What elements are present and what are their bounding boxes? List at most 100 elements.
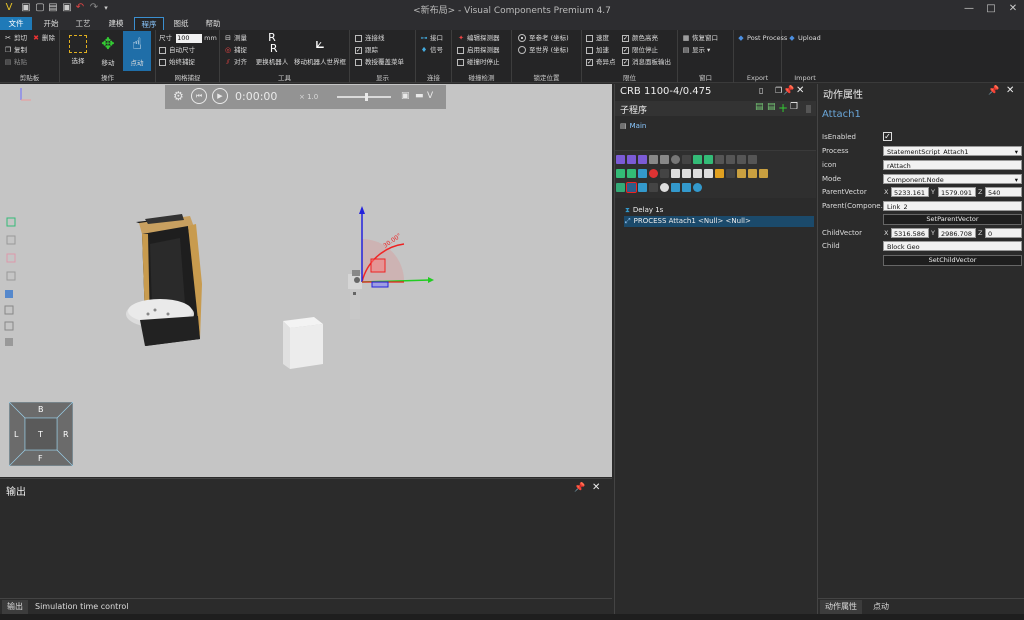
loop-icon[interactable] <box>616 169 625 178</box>
isenabled-checkbox[interactable]: ✓ <box>883 132 892 141</box>
machine-component[interactable] <box>126 214 202 346</box>
stop-on-collision-checkbox[interactable]: 碰撞时停止 <box>457 57 500 68</box>
chart-icon[interactable] <box>715 169 724 178</box>
play-icon[interactable]: ▶ <box>212 88 228 104</box>
auto-size-checkbox[interactable]: 自动尺寸 <box>159 45 195 56</box>
jog-manipulator[interactable]: 30.00° <box>359 206 434 288</box>
close-icon[interactable]: ✕ <box>1006 85 1014 96</box>
paste-button[interactable]: ▤ 粘贴 <box>4 57 27 68</box>
speed-checkbox[interactable]: 速度 <box>586 33 609 44</box>
text-b-icon[interactable] <box>660 155 669 164</box>
pin-icon[interactable]: 📌 <box>988 86 999 96</box>
screenshot-icon[interactable]: ▣ <box>401 91 410 101</box>
calc-icon[interactable] <box>693 169 702 178</box>
parentvector-y-field[interactable]: 1579.091 <box>938 187 976 197</box>
grid-size-input[interactable]: 100 <box>176 34 203 43</box>
accel-checkbox[interactable]: 加速 <box>586 45 609 56</box>
speed-slider-thumb[interactable] <box>365 93 368 101</box>
statement-name[interactable]: Attach1 <box>822 109 861 120</box>
add-icon[interactable]: + <box>778 101 788 115</box>
to-ref-radio[interactable]: 至参考 (坐标) <box>518 33 569 44</box>
print-icon[interactable] <box>682 169 691 178</box>
nav-cube-top[interactable]: T <box>38 430 43 439</box>
3d-box-icon[interactable] <box>5 338 13 346</box>
childvector-y-field[interactable]: 2986.708 <box>938 228 976 238</box>
record-icon[interactable]: ▬ <box>415 91 424 101</box>
palette-icon[interactable] <box>660 183 669 192</box>
nav-cube-back[interactable]: B <box>38 405 44 414</box>
interface-button[interactable]: ⊶ 接口 <box>420 33 444 44</box>
signal-map-icon[interactable] <box>671 183 680 192</box>
tab-drawing[interactable]: 图纸 <box>166 17 196 30</box>
tab-modeling[interactable]: 建模 <box>101 17 131 30</box>
restore-window-button[interactable]: ▦ 恢复窗口 <box>682 33 718 44</box>
pin-icon[interactable]: 📌 <box>783 86 794 96</box>
return-icon[interactable] <box>737 155 746 164</box>
statistics-icon[interactable] <box>704 169 713 178</box>
copy-button[interactable]: ❐ 复制 <box>4 45 27 56</box>
maximize-button[interactable]: □ <box>980 0 1002 17</box>
parentvector-x-field[interactable]: 5233.161 <box>891 187 929 197</box>
while-icon[interactable] <box>704 155 713 164</box>
view-zoom-icon[interactable] <box>6 235 16 245</box>
childvector-z-field[interactable]: 0 <box>985 228 1022 238</box>
attach-icon[interactable] <box>626 182 637 193</box>
msg-output-checkbox[interactable]: ✓ 消息面板输出 <box>622 57 671 68</box>
linear-motion-icon[interactable] <box>616 155 625 164</box>
trace-checkbox[interactable]: ✓ 跟踪 <box>355 45 378 56</box>
parentvector-z-field[interactable]: 540 <box>985 187 1022 197</box>
new-routine-icon[interactable]: ▤ <box>755 102 764 112</box>
tab-output[interactable]: 输出 <box>2 600 28 614</box>
mode-select[interactable]: Component.Node ▾ <box>883 174 1022 184</box>
tab-file[interactable]: 文件 <box>0 17 32 30</box>
to-world-radio[interactable]: 至世界 (坐标) <box>518 45 569 56</box>
copy-routine-icon[interactable]: ❐ <box>790 102 798 112</box>
tab-home[interactable]: 开始 <box>36 17 66 30</box>
upload-button[interactable]: ◆ Upload <box>788 33 820 44</box>
delay-icon[interactable] <box>638 169 647 178</box>
always-snap-checkbox[interactable]: 始终捕捉 <box>159 57 195 68</box>
measure-button[interactable]: ⊟ 测量 <box>224 33 247 44</box>
set-parent-vector-button[interactable]: SetParentVector <box>883 214 1022 225</box>
limit-stop-checkbox[interactable]: ✓ 限位停止 <box>622 45 658 56</box>
repeat-icon[interactable] <box>627 169 636 178</box>
navigation-cube[interactable]: B L T R F <box>8 401 74 467</box>
panel-copy-icon[interactable]: ❐ <box>775 86 782 95</box>
align-button[interactable]: ⫽ 对齐 <box>224 57 247 68</box>
tab-help[interactable]: 帮助 <box>198 17 228 30</box>
move-robot-world-button[interactable]: ⟀ 移动机器人世界框 <box>292 32 348 66</box>
robot-crb1100[interactable] <box>348 270 362 319</box>
reset-icon[interactable]: ⏮ <box>191 88 207 104</box>
show-dropdown[interactable]: ▤ 显示 ▾ <box>682 45 711 56</box>
delete-button[interactable]: ✖ 删除 <box>32 33 55 44</box>
select-button[interactable]: 选择 <box>64 33 92 65</box>
selection-mode-icon[interactable] <box>4 321 14 331</box>
nav-cube-right[interactable]: R <box>63 430 69 439</box>
axis-display-icon[interactable] <box>4 305 14 315</box>
nav-cube-front[interactable]: F <box>38 454 43 463</box>
comment-icon[interactable] <box>671 169 680 178</box>
ptp-motion-icon[interactable] <box>627 155 636 164</box>
process-select[interactable]: StatementScript_Attach1 ▾ <box>883 146 1022 156</box>
halt-icon[interactable] <box>748 155 757 164</box>
teach-menu-checkbox[interactable]: 教授覆盖菜单 <box>355 57 404 68</box>
close-button[interactable]: ✕ <box>1002 0 1024 17</box>
icon-field[interactable]: rAttach <box>883 160 1022 170</box>
cut-button[interactable]: ✂ 剪切 <box>4 33 27 44</box>
circle-icon[interactable] <box>671 155 680 164</box>
settings-gear-icon[interactable]: ⚙ <box>173 89 184 103</box>
if-icon[interactable] <box>693 155 702 164</box>
swap-robot-button[interactable]: R R 更换机器人 <box>254 32 290 66</box>
edit-detector-button[interactable]: ✦ 编辑探测器 <box>457 33 499 44</box>
tab-program[interactable]: 程序 <box>134 17 164 30</box>
childvector-x-field[interactable]: 5316.586 <box>891 228 929 238</box>
statement-row-selected[interactable]: ⤢ PROCESS Attach1 <Null> <Null> <box>624 216 814 227</box>
detach-icon[interactable] <box>638 183 647 192</box>
scrollbar[interactable] <box>806 105 811 113</box>
wait-icon[interactable] <box>715 155 724 164</box>
pick-icon[interactable] <box>616 183 625 192</box>
text-t-icon[interactable] <box>649 155 658 164</box>
scene-canvas[interactable]: 30.00° <box>0 84 612 477</box>
grasp-icon[interactable] <box>737 169 746 178</box>
child-field[interactable]: Block Geo <box>883 241 1022 251</box>
